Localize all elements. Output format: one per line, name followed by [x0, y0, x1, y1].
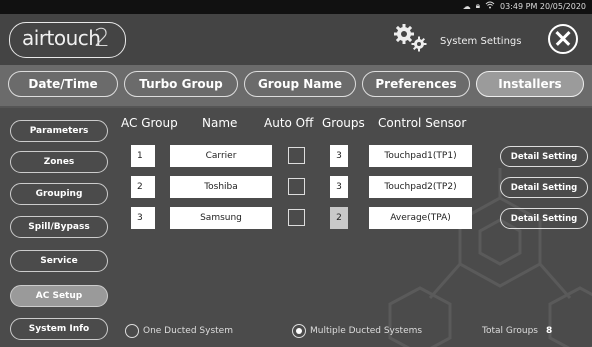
auto-off-checkbox[interactable] — [288, 209, 305, 226]
sidebar-item-ac-setup[interactable]: AC Setup — [10, 285, 108, 307]
multiple-ducted-radio[interactable] — [292, 324, 306, 338]
detail-setting-button[interactable]: Detail Setting — [500, 146, 588, 167]
tab-date-time[interactable]: Date/Time — [8, 71, 118, 97]
control-sensor-select[interactable]: Average(TPA) — [369, 207, 472, 229]
one-ducted-label: One Ducted System — [143, 326, 233, 336]
header-auto-off: Auto Off — [264, 116, 314, 130]
one-ducted-radio[interactable] — [125, 324, 139, 338]
total-groups-label: Total Groups — [482, 326, 538, 336]
sidebar-item-system-info[interactable]: System Info — [10, 318, 108, 340]
auto-off-checkbox[interactable] — [288, 147, 305, 164]
lock-icon: 🔒︎ — [475, 1, 481, 10]
ac-group-number: 3 — [131, 207, 155, 229]
header-name: Name — [202, 116, 238, 130]
app-header: airtouch 2 System Settings — [0, 14, 592, 65]
multiple-ducted-label: Multiple Ducted Systems — [310, 326, 423, 336]
groups-count[interactable]: 2 — [330, 207, 348, 229]
cloud-icon: ☁ — [462, 1, 471, 11]
groups-count[interactable]: 3 — [330, 145, 348, 167]
airtouch-logo: airtouch 2 — [9, 22, 126, 58]
logo-suffix: 2 — [94, 23, 110, 52]
groups-count[interactable]: 3 — [330, 176, 348, 198]
close-button[interactable] — [548, 24, 578, 54]
gears-icon — [394, 24, 427, 52]
wifi-icon — [485, 1, 495, 11]
tab-group-name[interactable]: Group Name — [244, 71, 356, 97]
tab-installers[interactable]: Installers — [476, 71, 584, 97]
ac-name-input[interactable]: Samsung — [170, 207, 272, 229]
page-title: System Settings — [440, 36, 522, 47]
ac-setup-panel: Parameters Zones Grouping Spill/Bypass S… — [0, 108, 592, 347]
sidebar-item-parameters[interactable]: Parameters — [10, 120, 108, 142]
header-ac-group: AC Group — [121, 116, 178, 130]
auto-off-checkbox[interactable] — [288, 178, 305, 195]
sidebar-item-grouping[interactable]: Grouping — [10, 183, 108, 205]
ac-name-input[interactable]: Toshiba — [170, 176, 272, 198]
tab-turbo-group[interactable]: Turbo Group — [124, 71, 238, 97]
sidebar-item-spill-bypass[interactable]: Spill/Bypass — [10, 216, 108, 238]
status-bar: ☁ 🔒︎ 03:49 PM 20/05/2020 — [0, 0, 592, 14]
header-groups: Groups — [322, 116, 365, 130]
clock-text: 03:49 PM 20/05/2020 — [500, 1, 586, 11]
tab-preferences[interactable]: Preferences — [362, 71, 470, 97]
total-groups-value: 8 — [546, 326, 553, 336]
control-sensor-select[interactable]: Touchpad2(TP2) — [369, 176, 472, 198]
tab-bar: Date/Time Turbo Group Group Name Prefere… — [0, 65, 592, 108]
ac-group-number: 2 — [131, 176, 155, 198]
detail-setting-button[interactable]: Detail Setting — [500, 208, 588, 229]
control-sensor-select[interactable]: Touchpad1(TP1) — [369, 145, 472, 167]
logo-text: airtouch — [22, 26, 101, 50]
ac-name-input[interactable]: Carrier — [170, 145, 272, 167]
ac-group-number: 1 — [131, 145, 155, 167]
sidebar-item-service[interactable]: Service — [10, 250, 108, 272]
sidebar-item-zones[interactable]: Zones — [10, 151, 108, 173]
header-control-sensor: Control Sensor — [378, 116, 467, 130]
detail-setting-button[interactable]: Detail Setting — [500, 177, 588, 198]
